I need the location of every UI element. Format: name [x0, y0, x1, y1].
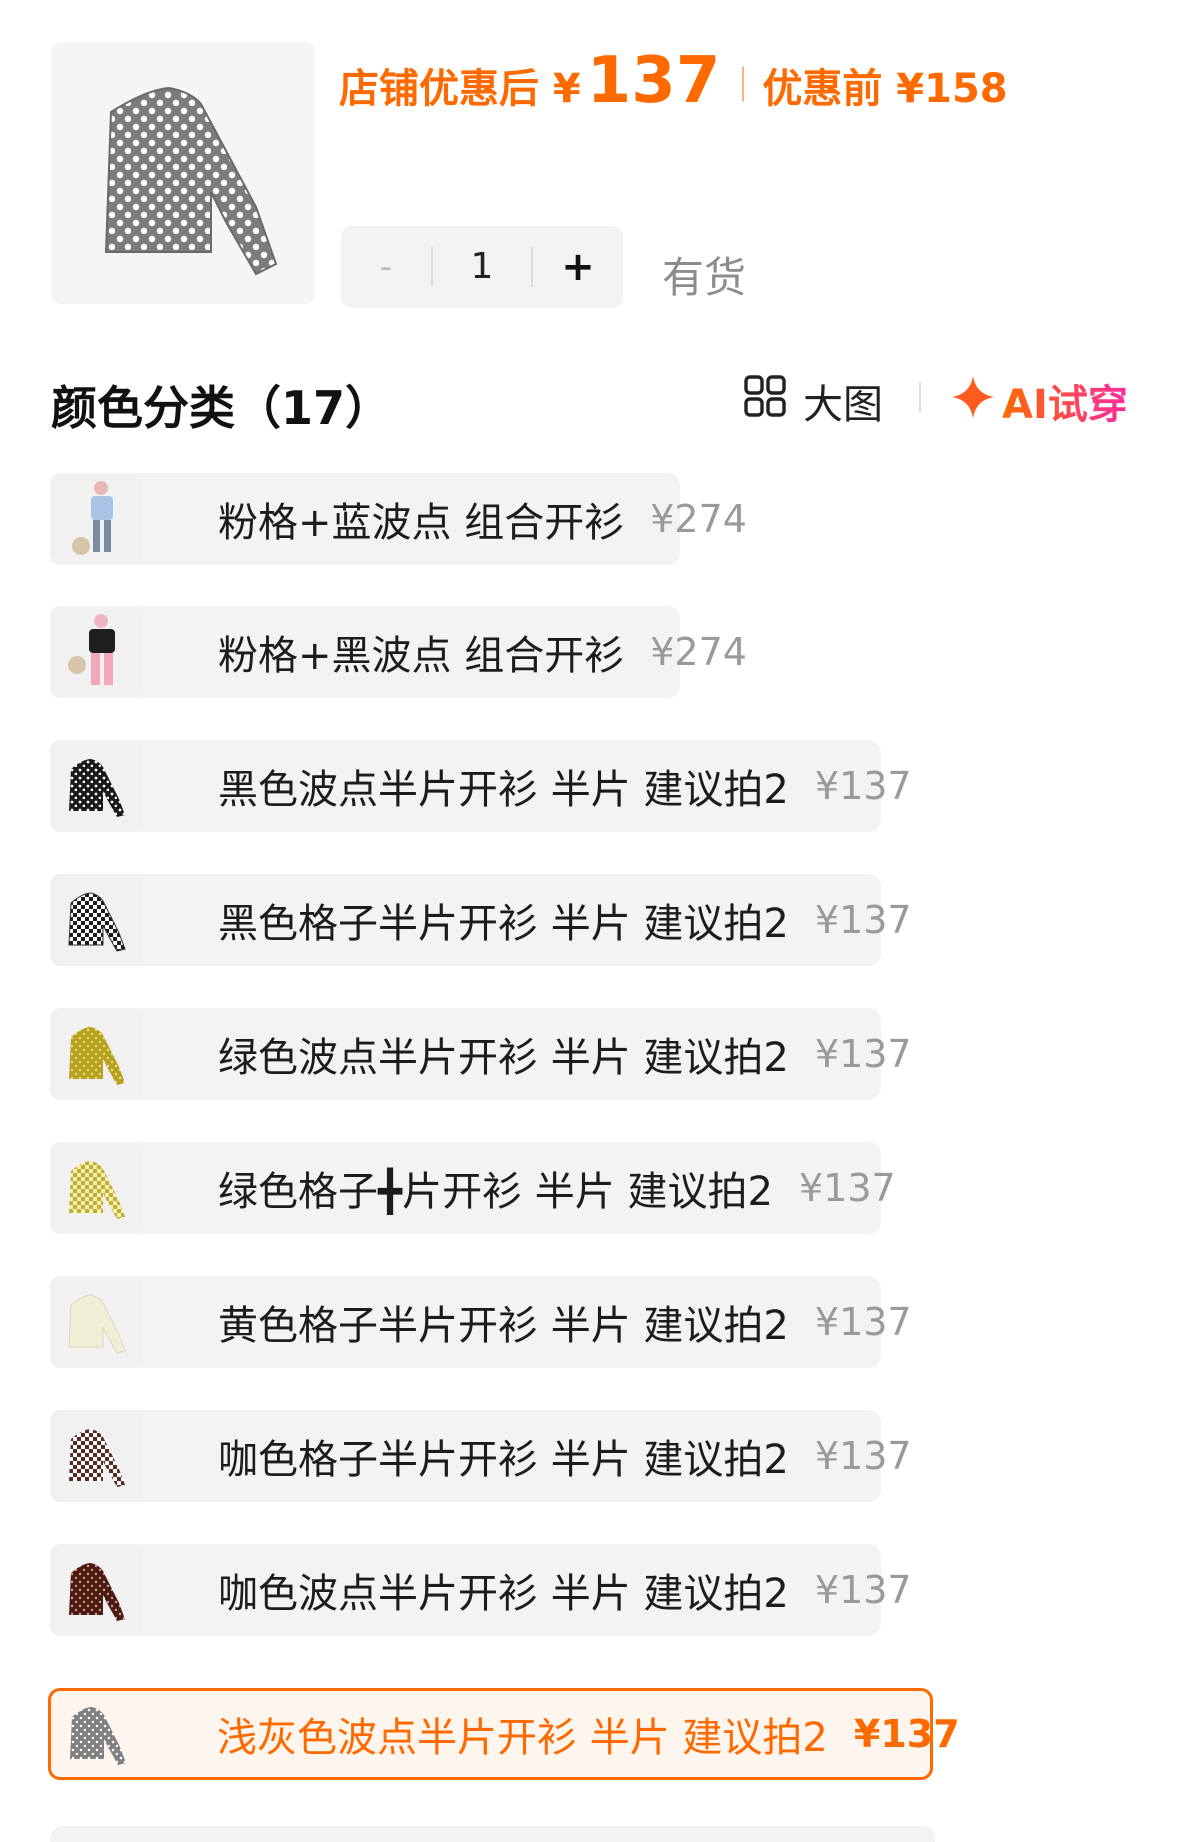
variant-thumbnail — [50, 1008, 142, 1100]
variant-name: 咖色格子半片开衫 半片 建议拍2 — [218, 1437, 789, 1483]
variant-price: ¥137 — [814, 1568, 912, 1612]
variant-name: 浅灰色波点半片开衫 半片 建议拍2 — [217, 1715, 828, 1761]
variant-option-7[interactable]: 黄色格子半片开衫 半片 建议拍2 ¥137 — [50, 1276, 912, 1368]
store-discount-label: 店铺优惠后 ¥ — [339, 66, 581, 112]
variant-thumbnail — [50, 473, 142, 565]
polka-dot-cardigan-icon — [69, 1563, 125, 1621]
variant-thumbnail — [51, 1688, 143, 1780]
variant-thumbnail — [50, 874, 142, 966]
variant-price: ¥137 — [814, 1300, 912, 1344]
variant-thumbnail — [50, 606, 142, 698]
variant-price: ¥137 — [814, 764, 912, 808]
grid-icon[interactable] — [743, 374, 787, 418]
variant-option-6[interactable]: 绿色格子╋片开衫 半片 建议拍2 ¥137 — [50, 1142, 896, 1234]
price-divider — [742, 67, 745, 101]
check-cardigan-icon — [69, 1429, 125, 1487]
header-divider — [919, 382, 921, 412]
decrease-button[interactable]: - — [341, 247, 431, 287]
outfit-photo-icon — [68, 614, 115, 685]
polka-dot-cardigan-icon — [70, 1707, 126, 1765]
variant-price: ¥137 — [814, 898, 912, 942]
variant-option-9[interactable]: 咖色波点半片开衫 半片 建议拍2 ¥137 — [50, 1544, 912, 1636]
variant-name: 咖色波点半片开衫 半片 建议拍2 — [218, 1571, 789, 1617]
variant-thumbnail — [50, 1276, 142, 1368]
polka-dot-cardigan-icon — [69, 1027, 125, 1085]
variant-thumbnail — [50, 1142, 142, 1234]
variant-price: ¥274 — [650, 497, 747, 541]
check-cardigan-icon — [68, 892, 126, 952]
increase-button[interactable]: + — [533, 244, 623, 290]
variant-option-11-partial[interactable] — [50, 1826, 935, 1842]
quantity-input[interactable]: 1 — [431, 247, 533, 287]
product-thumbnail[interactable] — [51, 42, 315, 304]
check-cardigan-icon — [68, 1294, 126, 1354]
variant-price: ¥137 — [798, 1166, 896, 1210]
variant-name: 粉格+蓝波点 组合开衫 — [218, 500, 625, 546]
outfit-photo-icon — [72, 481, 113, 555]
variant-price: ¥137 — [853, 1712, 960, 1756]
variant-thumbnail — [50, 740, 142, 832]
original-price: 优惠前 ¥158 — [762, 66, 1008, 112]
price-line: 店铺优惠后 ¥ 137 优惠前 ¥158 — [339, 44, 1008, 124]
sparkle-icon[interactable] — [950, 374, 996, 420]
stock-status: 有货 — [662, 253, 747, 302]
variant-option-10-selected[interactable]: 浅灰色波点半片开衫 半片 建议拍2 ¥137 — [48, 1688, 960, 1780]
variant-name: 黑色格子半片开衫 半片 建议拍2 — [218, 901, 789, 947]
variant-option-1[interactable]: 粉格+蓝波点 组合开衫 ¥274 — [50, 473, 747, 565]
variant-name: 黑色波点半片开衫 半片 建议拍2 — [218, 767, 789, 813]
variant-name: 绿色波点半片开衫 半片 建议拍2 — [218, 1035, 789, 1081]
variant-thumbnail — [50, 1410, 142, 1502]
quantity-stepper: - 1 + — [341, 226, 623, 308]
variant-option-8[interactable]: 咖色格子半片开衫 半片 建议拍2 ¥137 — [50, 1410, 912, 1502]
variant-option-2[interactable]: 粉格+黑波点 组合开衫 ¥274 — [50, 606, 747, 698]
variant-thumbnail — [50, 1544, 142, 1636]
ai-tryon-button[interactable]: AI试穿 — [1002, 372, 1128, 430]
gray-polka-dot-cardigan-icon — [104, 86, 278, 276]
store-discount-price: 137 — [586, 44, 721, 118]
variant-name: 粉格+黑波点 组合开衫 — [218, 633, 625, 679]
variant-option-4[interactable]: 黑色格子半片开衫 半片 建议拍2 ¥137 — [50, 874, 912, 966]
variant-option-5[interactable]: 绿色波点半片开衫 半片 建议拍2 ¥137 — [50, 1008, 912, 1100]
polka-dot-cardigan-icon — [69, 759, 125, 817]
variant-price: ¥137 — [814, 1032, 912, 1076]
variant-name: 黄色格子半片开衫 半片 建议拍2 — [218, 1303, 789, 1349]
section-title: 颜色分类（17） — [51, 381, 392, 435]
variant-name: 绿色格子╋片开衫 半片 建议拍2 — [218, 1169, 773, 1215]
check-cardigan-icon — [69, 1161, 125, 1219]
big-image-button[interactable]: 大图 — [803, 372, 883, 430]
variant-price: ¥137 — [814, 1434, 912, 1478]
variant-option-3[interactable]: 黑色波点半片开衫 半片 建议拍2 ¥137 — [50, 740, 912, 832]
variant-price: ¥274 — [650, 630, 747, 674]
